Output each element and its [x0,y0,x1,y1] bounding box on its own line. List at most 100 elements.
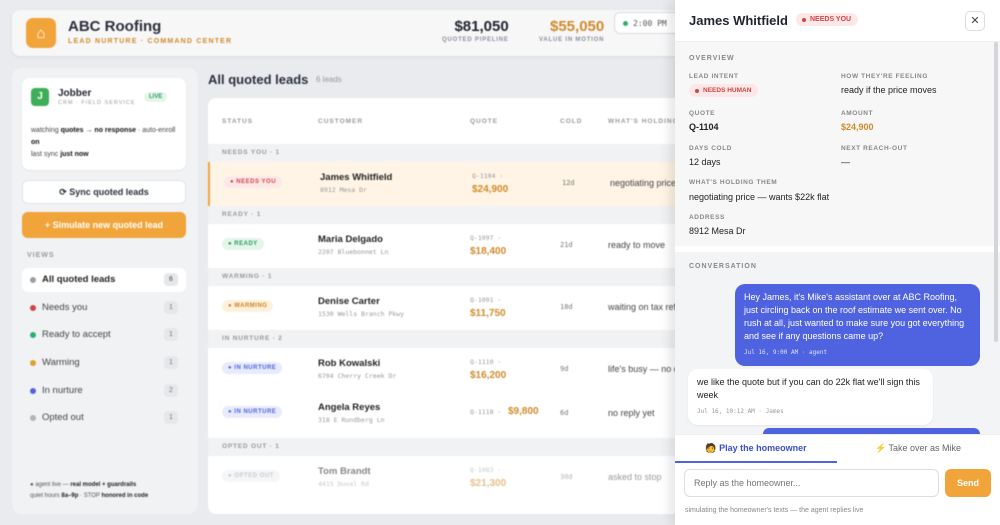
row-holding: waiting on tax ref [608,302,677,312]
quote-label: QUOTE [689,110,716,117]
sidebar-view-item[interactable]: Needs you 1 [22,296,186,320]
row-days-cold: 6d [560,409,569,417]
row-status-badge: ● OPTED OUT [222,470,280,482]
quote-value: Q-1104 [689,122,719,132]
brand: ABC Roofing LEAD NURTURE · COMMAND CENTE… [68,18,232,45]
column-header-cold: COLD [560,118,583,125]
days-cold-value: 12 days [689,157,721,167]
amount-value: $24,900 [841,122,874,132]
quoted-pipeline-label: QUOTED PIPELINE [442,37,509,43]
clock-text: 2:00 PM [633,19,667,28]
quoted-pipeline-value: $81,050 [454,18,509,35]
homeowner-message: we like the quote but if you can do 22k … [688,369,933,425]
in-motion-metric: $55,050 VALUE IN MOTION [539,18,604,43]
column-header-status: STATUS [222,118,254,125]
overview-header: OVERVIEW [689,55,735,62]
status-badge: NEEDS YOU [796,13,859,26]
reply-input[interactable] [684,469,939,497]
tab-take-over[interactable]: ⚡ Take over as Mike [837,435,999,463]
feeling-label: HOW THEY'RE FEELING [841,73,928,80]
row-status-badge: ● READY [222,238,264,250]
conversation: CONVERSATION Hey James, it's Mike's assi… [675,252,1000,434]
row-customer-name: Denise Carter [318,296,380,307]
tab-play-homeowner[interactable]: 🧑 Play the homeowner [675,435,837,463]
table-row[interactable]: ● READY Maria Delgado 2207 Bluebonnet Ln Q-… [208,224,688,268]
conversation-header: CONVERSATION [689,263,757,270]
send-button[interactable]: Send [945,469,991,497]
top-bar: ⌂ ABC Roofing LEAD NURTURE · COMMAND CEN… [12,10,692,56]
row-quote-amount: $21,300 [470,478,507,489]
panel-scrollbar[interactable] [994,42,998,342]
holding-value: negotiating price — wants $22k flat [689,192,830,202]
panel-header: James Whitfield NEEDS YOU ✕ [675,0,1000,42]
view-label: Ready to accept [42,329,111,340]
sync-button[interactable]: ⟳ Sync quoted leads [22,180,186,204]
days-cold-label: DAYS COLD [689,145,733,152]
integration-status-text: watching quotes → no response · auto-enr… [31,125,181,161]
simulate-lead-button[interactable]: + Simulate new quoted lead [22,212,186,238]
integration-name: Jobber [58,88,92,99]
view-count: 1 [164,411,178,424]
leads-table: STATUS CUSTOMER QUOTE COLD WHAT'S HOLDIN… [208,98,688,514]
brand-title: ABC Roofing [68,18,162,35]
table-row[interactable]: ● IN NURTURE Angela Reyes 318 E Rundberg L… [208,392,688,436]
view-dot-icon [30,332,36,338]
table-row[interactable]: ● WARMING Denise Carter 1530 Wells Branch … [208,286,688,330]
status-badge-label: NEEDS YOU [810,16,852,23]
intent-label: LEAD INTENT [689,73,739,80]
quoted-pipeline-metric: $81,050 QUOTED PIPELINE [442,18,509,43]
next-reach-value: — [841,157,850,167]
feeling-value: ready if the price moves [841,85,937,95]
sidebar-view-item[interactable]: In nurture 2 [22,379,186,403]
row-customer-name: Maria Delgado [318,234,383,245]
homeowner-message-timestamp: Jul 16, 10:12 AM · James [697,408,784,415]
live-badge: LIVE [144,92,168,102]
view-dot-icon [30,415,36,421]
sidebar-footer: ● agent live — real model + guardrails q… [30,480,190,502]
simulation-hint: simulating the homeowner's texts — the a… [685,507,864,514]
badge-dot-icon [802,18,806,22]
column-header-customer: CUSTOMER [318,118,364,125]
agent-message: Hey James, it's Mike's assistant over at… [735,284,980,366]
view-label: In nurture [42,385,83,396]
row-days-cold: 21d [560,241,573,249]
sidebar-view-item[interactable]: All quoted leads 6 [22,268,186,292]
views-header: VIEWS [27,252,55,259]
group-header: WARMING · 1 [208,268,688,286]
integration-subtitle: CRM · FIELD SERVICE [58,100,136,106]
sidebar-view-item[interactable]: Warming 1 [22,351,186,375]
view-count: 2 [164,384,178,397]
lead-count: 6 leads [316,75,342,84]
close-button[interactable]: ✕ [965,11,985,31]
table-row[interactable]: ● IN NURTURE Rob Kowalski 6704 Cherry Cree… [208,348,688,392]
intent-dot-icon [695,89,699,93]
row-status-badge: ● IN NURTURE [222,362,283,374]
row-holding: ready to move [608,240,666,250]
row-quote-id: Q-1083 · [470,466,502,474]
holding-label: WHAT'S HOLDING THEM [689,179,778,186]
homeowner-message-text: we like the quote but if you can do 22k … [697,377,920,400]
intent-badge: NEEDS HUMAN [689,84,759,97]
live-dot-icon [623,21,628,26]
in-motion-value: $55,050 [550,18,605,35]
amount-label: AMOUNT [841,110,874,117]
home-icon: ⌂ [26,18,56,48]
jobber-logo-icon: J [31,88,49,106]
column-header-holding: WHAT'S HOLDING [608,118,679,125]
sidebar-view-item[interactable]: Ready to accept 1 [22,323,186,347]
lead-name: James Whitfield [689,13,788,28]
view-label: All quoted leads [42,274,116,285]
sidebar: J Jobber CRM · FIELD SERVICE LIVE watchi… [12,68,198,514]
row-days-cold: 18d [560,303,573,311]
row-status-badge: ● NEEDS YOU [224,176,283,188]
sidebar-view-item[interactable]: Opted out 1 [22,406,186,430]
row-customer-name: Rob Kowalski [318,358,381,369]
overview-section: OVERVIEW LEAD INTENT NEEDS HUMAN HOW THE… [675,42,1000,246]
row-customer-address: 6704 Cherry Creek Dr [318,372,397,380]
group-header: NEEDS YOU · 1 [208,144,688,162]
footer-l2-b1: 8a–9p [61,493,79,499]
footer-l2-b2: honored in code [101,493,149,499]
table-row[interactable]: ● OPTED OUT Tom Brandt 4415 Duval Rd Q-1083… [208,456,688,500]
footer-l1-b: real model + guardrails [70,482,137,488]
table-row[interactable]: ● NEEDS YOU James Whitfield 8912 Mesa Dr Q-… [208,162,688,206]
